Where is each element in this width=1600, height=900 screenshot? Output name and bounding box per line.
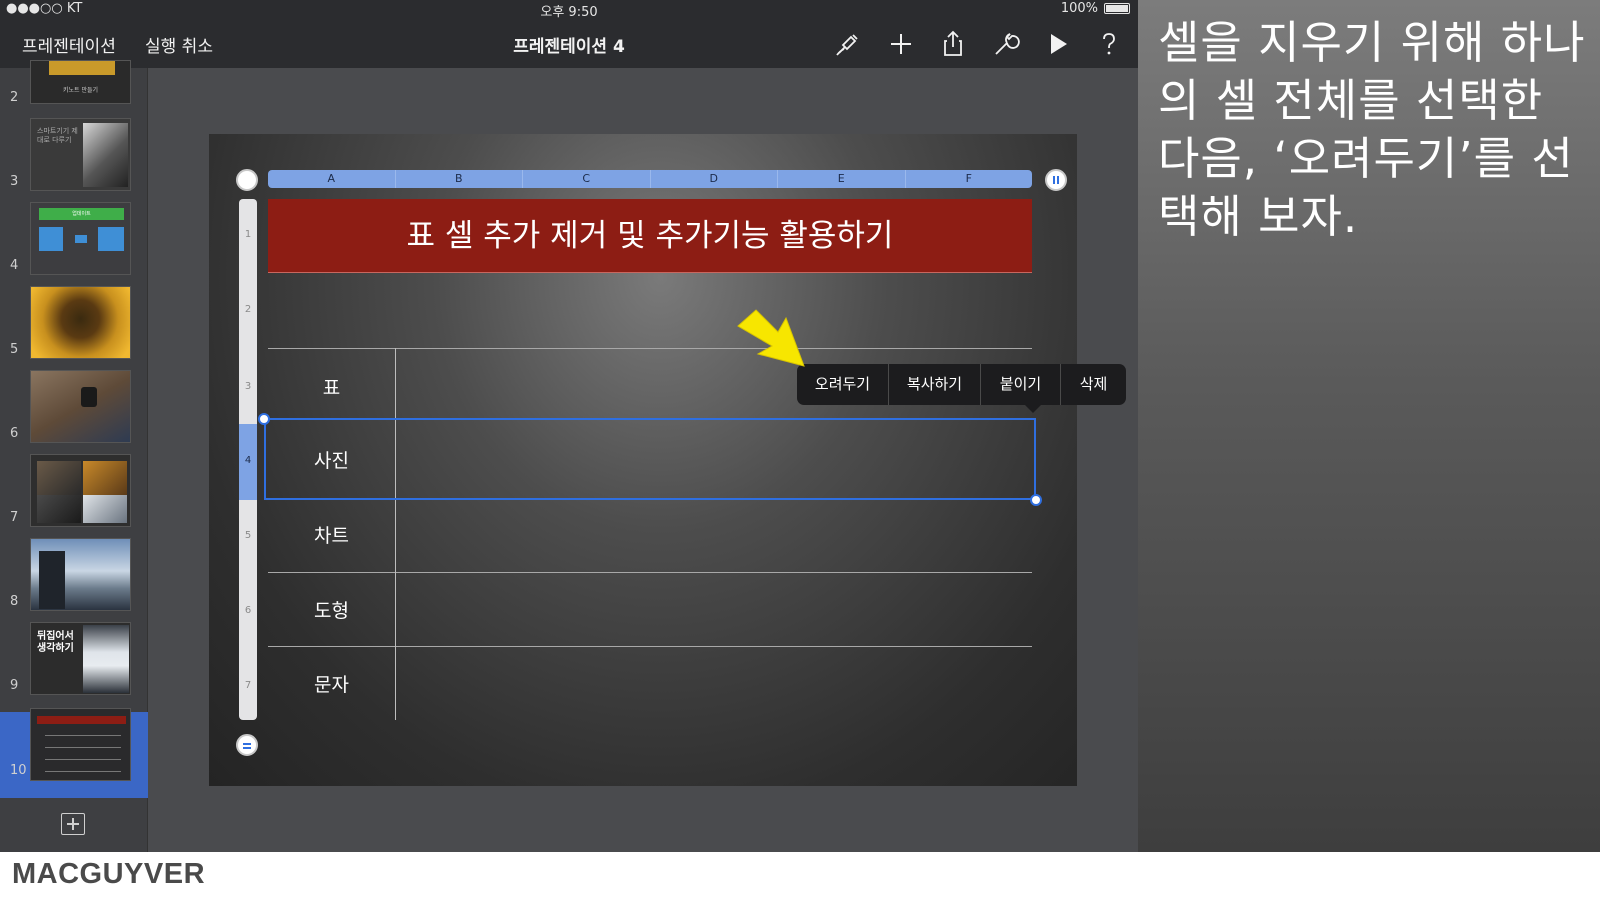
slide-navigator: 2 키노트 만들기 3 스마트기기 제대로 다루기 4 업데이트 5 6 7 8… [0, 60, 148, 852]
add-slide-button[interactable] [61, 813, 85, 835]
slide-thumb-3[interactable]: 스마트기기 제대로 다루기 [30, 118, 131, 191]
selection-handle-start[interactable] [258, 413, 270, 425]
row-header[interactable]: 2 [239, 304, 257, 315]
slide-thumb-6[interactable] [30, 370, 131, 443]
slide-thumb-8[interactable] [30, 538, 131, 611]
selection-handle-end[interactable] [1030, 494, 1042, 506]
column-header-bar[interactable]: A B C D E F [268, 170, 1032, 188]
context-menu: 오려두기 복사하기 붙이기 삭제 [797, 364, 1126, 405]
slide-thumb-text: 키노트 만들기 [62, 87, 99, 94]
slide-number: 3 [10, 174, 19, 189]
slide-thumb-10[interactable] [30, 708, 131, 781]
table-cell[interactable]: 표 [268, 373, 395, 400]
add-column-handle[interactable] [1045, 169, 1067, 191]
row-header[interactable]: 1 [239, 229, 257, 240]
undo-button[interactable]: 실행 취소 [145, 32, 213, 57]
slide-thumb-2[interactable]: 키노트 만들기 [30, 60, 131, 104]
plus-icon[interactable] [886, 29, 916, 59]
slide-thumb-text: 업데이트 [39, 208, 124, 220]
row-header[interactable]: 3 [239, 381, 257, 392]
copy-menu-item[interactable]: 복사하기 [889, 364, 981, 405]
table-title: 표 셀 추가 제거 및 추가기능 활용하기 [406, 218, 894, 254]
caption-text: 셀을 지우기 위해 하나의 셀 전체를 선택한 다음, ‘오려두기’를 선택해 … [1158, 16, 1586, 243]
add-row-handle[interactable] [236, 734, 258, 756]
column-header[interactable]: D [651, 170, 778, 188]
row-header[interactable]: 6 [239, 605, 257, 616]
slide-thumb-5[interactable] [30, 286, 131, 359]
wrench-icon[interactable] [990, 29, 1020, 59]
context-menu-pointer [1025, 405, 1041, 413]
column-header[interactable]: C [523, 170, 651, 188]
caption-panel: 셀을 지우기 위해 하나의 셀 전체를 선택한 다음, ‘오려두기’를 선택해 … [1138, 0, 1600, 852]
column-header[interactable]: B [396, 170, 523, 188]
row-divider [268, 348, 1032, 349]
brand-logo: MACGUYVER [12, 858, 206, 890]
column-header[interactable]: F [906, 170, 1033, 188]
battery-icon [1104, 3, 1130, 14]
slide-number: 10 [10, 763, 27, 778]
slide-number: 8 [10, 594, 19, 609]
slide-thumb-text: 뒤집어서 생각하기 [37, 631, 74, 654]
slide-thumb-4[interactable]: 업데이트 [30, 202, 131, 275]
slide-number: 6 [10, 426, 19, 441]
table-title-cell[interactable]: 표 셀 추가 제거 및 추가기능 활용하기 [268, 199, 1032, 273]
table-cell[interactable]: 문자 [268, 670, 395, 697]
delete-menu-item[interactable]: 삭제 [1061, 364, 1126, 405]
slide-thumb-7[interactable] [30, 454, 131, 527]
slide-number: 5 [10, 342, 19, 357]
table-cell[interactable]: 차트 [268, 521, 395, 548]
table-cell[interactable]: 도형 [268, 596, 395, 623]
ipad-screen: ●●●○○ KT 오후 9:50 100% 프레젠테이션 실행 취소 프레젠테이… [0, 0, 1138, 852]
column-divider [395, 348, 396, 720]
share-icon[interactable] [938, 29, 968, 59]
cell-selection[interactable] [264, 418, 1036, 500]
row-divider [268, 572, 1032, 573]
battery-percent: 100% [1060, 1, 1098, 16]
row-header[interactable]: 5 [239, 530, 257, 541]
slide-number: 9 [10, 678, 19, 693]
brush-icon[interactable] [833, 29, 863, 59]
row-header[interactable]: 4 [239, 455, 257, 466]
slide-thumb-text: 스마트기기 제대로 다루기 [37, 127, 78, 144]
play-icon[interactable] [1043, 29, 1073, 59]
slide-number: 2 [10, 90, 19, 105]
presentations-button[interactable]: 프레젠테이션 [22, 32, 116, 57]
row-header[interactable]: 7 [239, 680, 257, 691]
status-bar: ●●●○○ KT 오후 9:50 100% [0, 0, 1138, 20]
toolbar: 프레젠테이션 실행 취소 프레젠테이션 4 [0, 18, 1138, 68]
paste-menu-item[interactable]: 붙이기 [981, 364, 1061, 405]
yellow-arrow-icon [737, 309, 805, 367]
table-select-handle[interactable] [236, 169, 258, 191]
column-header[interactable]: A [268, 170, 396, 188]
slide-number: 7 [10, 510, 19, 525]
row-divider [268, 646, 1032, 647]
row-header-bar[interactable]: 1 2 3 4 5 6 7 [239, 199, 257, 720]
column-header[interactable]: E [778, 170, 906, 188]
slide-number: 4 [10, 258, 19, 273]
help-icon[interactable] [1094, 29, 1124, 59]
slide-thumb-9[interactable]: 뒤집어서 생각하기 [30, 622, 131, 695]
